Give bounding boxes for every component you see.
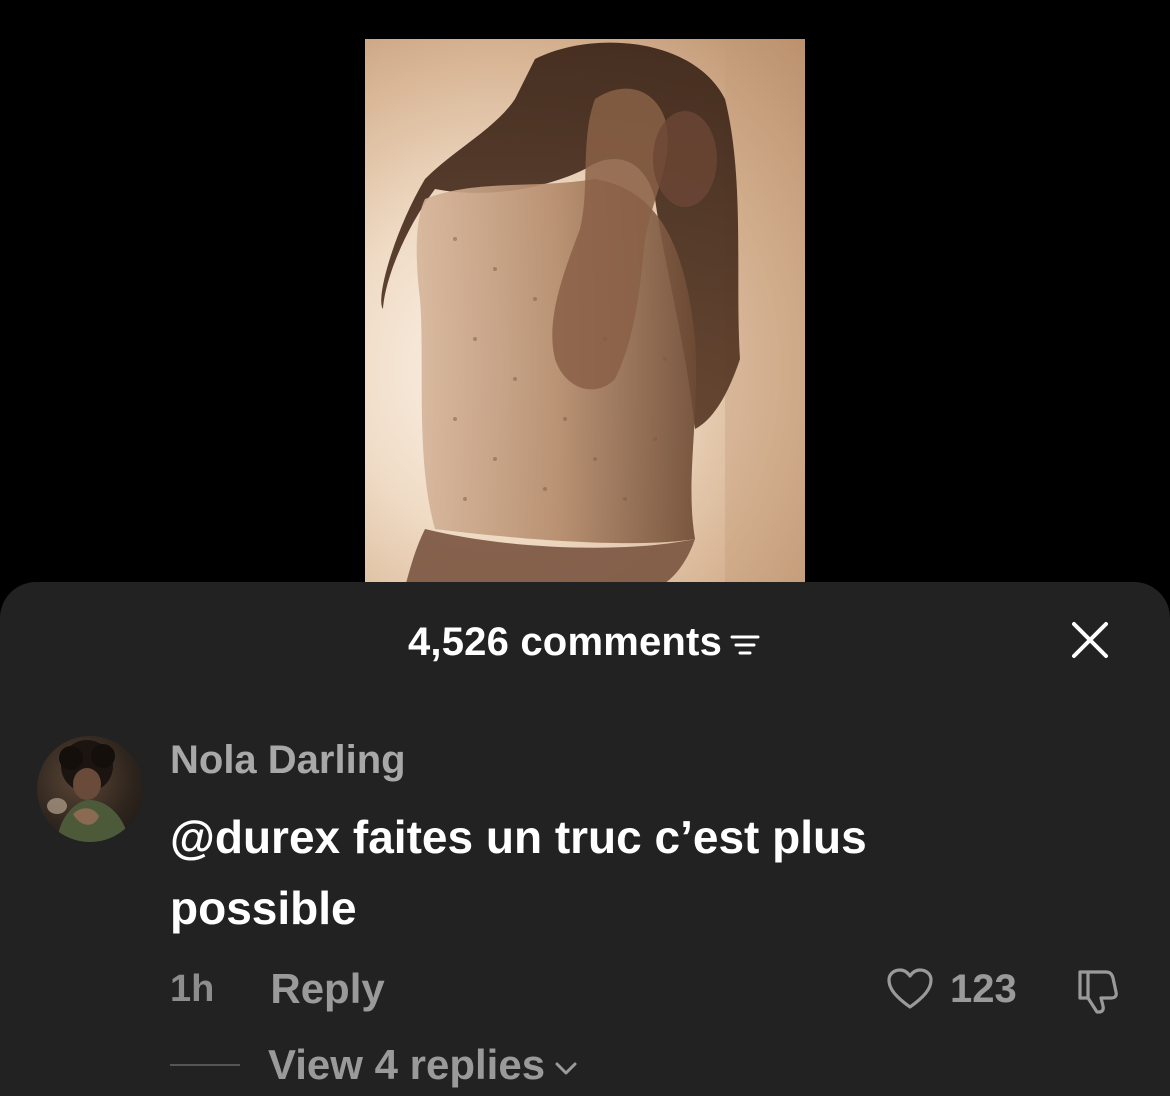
view-replies-label: View 4 replies	[268, 1041, 546, 1088]
like-count: 123	[950, 966, 1017, 1011]
reply-button[interactable]: Reply	[270, 965, 384, 1013]
dislike-button[interactable]	[1074, 966, 1124, 1016]
video-preview-image	[381, 39, 805, 587]
like-button[interactable]: 123	[886, 964, 1017, 1014]
screen: 4,526 comments Nola Darling @durex faite…	[0, 0, 1170, 1096]
comments-header: 4,526 comments	[0, 618, 1170, 666]
video-preview[interactable]	[365, 39, 805, 587]
replies-divider	[170, 1064, 240, 1066]
comment-meta: 1h Reply	[170, 964, 385, 1014]
comment-time: 1h	[170, 967, 215, 1010]
chevron-down-icon	[555, 1062, 577, 1075]
comment-text: @durex faites un truc c’est plus possibl…	[170, 811, 867, 934]
thumbs-down-icon	[1078, 970, 1118, 1014]
heart-icon	[887, 968, 933, 1009]
comments-count: 4,526 comments	[407, 619, 723, 664]
view-replies-button[interactable]: View 4 replies	[170, 1040, 579, 1090]
sort-icon[interactable]	[728, 631, 762, 659]
avatar[interactable]	[37, 736, 143, 842]
close-icon	[1072, 622, 1108, 658]
close-button[interactable]	[1068, 618, 1112, 662]
comment-username[interactable]: Nola Darling	[170, 738, 406, 783]
comments-sheet: 4,526 comments Nola Darling @durex faite…	[0, 582, 1170, 1096]
